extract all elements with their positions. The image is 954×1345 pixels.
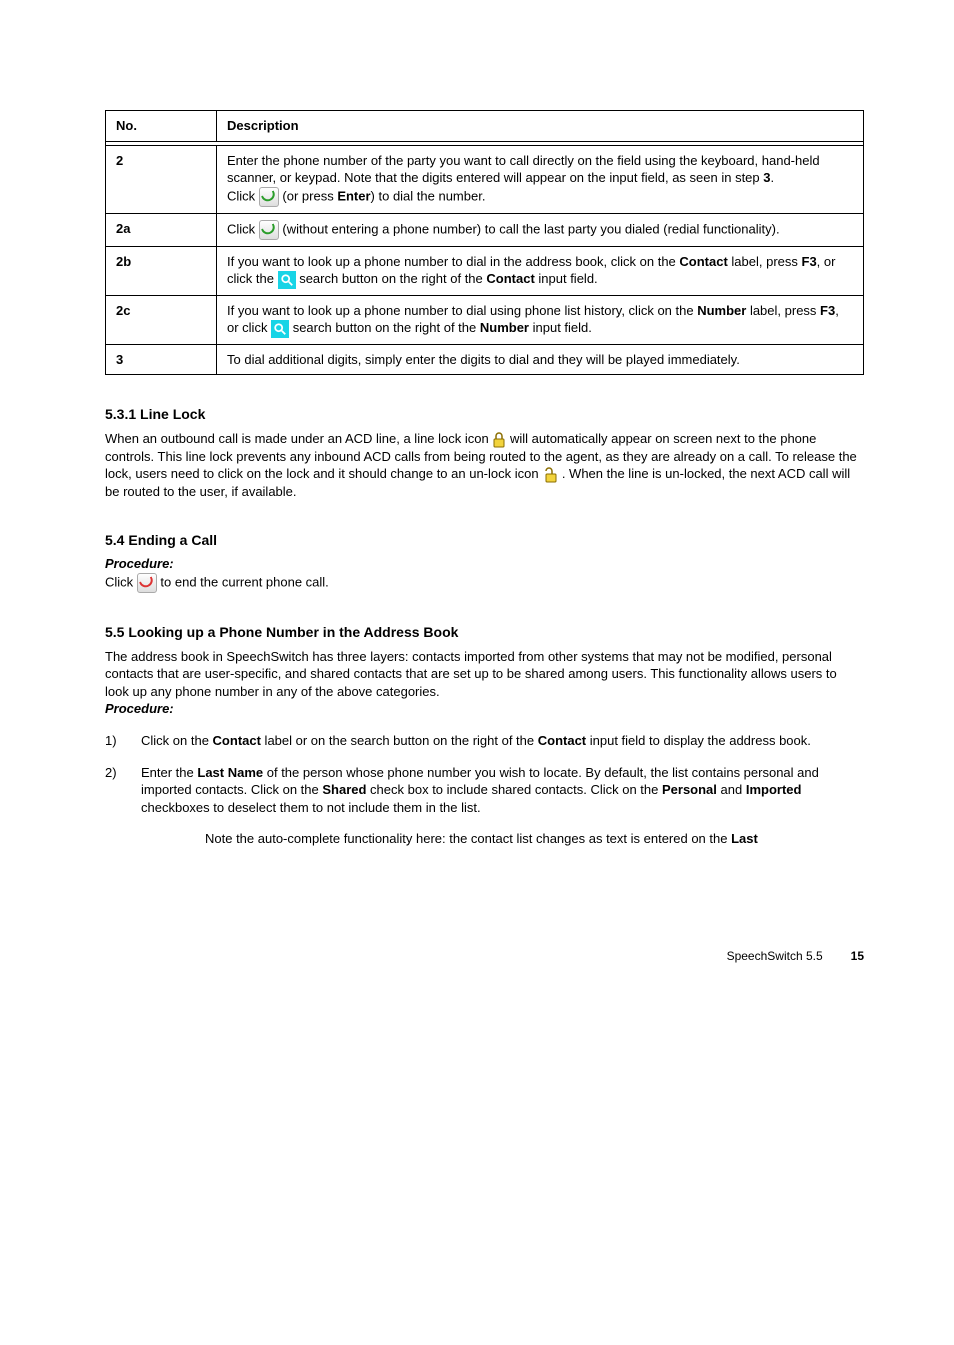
row-no: 2 [106,145,217,213]
description-table: No. Description 2 Enter the phone number… [105,110,864,375]
procedure-label: Procedure: [105,555,864,573]
row-no: 2c [106,295,217,344]
table-row: 2c If you want to look up a phone number… [106,295,864,344]
lock-icon [492,432,506,448]
procedure-label: Procedure: [105,700,864,718]
page-number: 15 [851,948,864,964]
procedure-step: 2) Enter the Last Name of the person who… [105,764,864,848]
unlock-icon [542,467,558,483]
section-heading: 5.4 Ending a Call [105,531,864,550]
phone-dial-icon [259,187,279,207]
procedure-step: 1) Click on the Contact label or on the … [105,732,864,750]
row-desc: To dial additional digits, simply enter … [217,344,864,375]
row-no: 2a [106,213,217,246]
section-ending-call: 5.4 Ending a Call Procedure: Click to en… [105,531,864,593]
footer-label: SpeechSwitch 5.5 [727,948,823,964]
section-body: When an outbound call is made under an A… [105,430,864,500]
phone-hangup-icon [137,573,157,593]
row-desc: Click (without entering a phone number) … [217,213,864,246]
search-icon [278,271,296,289]
col-header-desc: Description [217,111,864,142]
row-desc: If you want to look up a phone number to… [217,295,864,344]
row-desc: If you want to look up a phone number to… [217,246,864,295]
table-row: 2b If you want to look up a phone number… [106,246,864,295]
section-body: The address book in SpeechSwitch has thr… [105,648,864,701]
row-no: 2b [106,246,217,295]
section-address-book: 5.5 Looking up a Phone Number in the Add… [105,623,864,848]
procedure-step: Click to end the current phone call. [105,573,864,593]
step-note: Note the auto-complete functionality her… [205,830,864,848]
search-icon [271,320,289,338]
section-heading: 5.5 Looking up a Phone Number in the Add… [105,623,864,642]
section-line-lock: 5.3.1 Line Lock When an outbound call is… [105,405,864,500]
col-header-no: No. [106,111,217,142]
table-row: 2 Enter the phone number of the party yo… [106,145,864,213]
page-footer: SpeechSwitch 5.5 15 [105,948,864,964]
phone-dial-icon [259,220,279,240]
row-desc: Enter the phone number of the party you … [217,145,864,213]
row-no: 3 [106,344,217,375]
section-heading: 5.3.1 Line Lock [105,405,864,424]
table-row: 3 To dial additional digits, simply ente… [106,344,864,375]
table-row: 2a Click (without entering a phone numbe… [106,213,864,246]
